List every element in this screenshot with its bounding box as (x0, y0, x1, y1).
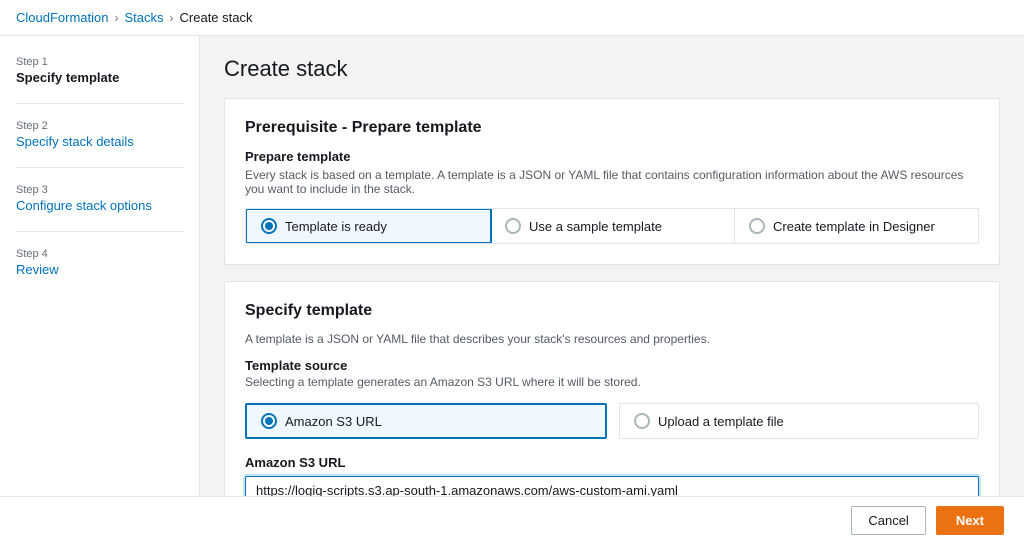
main-content: Create stack Prerequisite - Prepare temp… (200, 36, 1024, 544)
option-designer-label: Create template in Designer (773, 219, 935, 234)
page-title: Create stack (224, 56, 1000, 82)
prerequisite-card-title: Prerequisite - Prepare template (245, 119, 979, 137)
sidebar-step-4[interactable]: Step 4 Review (16, 248, 183, 277)
radio-s3-url (261, 413, 277, 429)
template-source-options: Amazon S3 URL Upload a template file (245, 403, 979, 439)
radio-sample-template (505, 218, 521, 234)
template-source-hint: Selecting a template generates an Amazon… (245, 375, 979, 389)
option-upload-file[interactable]: Upload a template file (619, 403, 979, 439)
option-designer[interactable]: Create template in Designer (735, 209, 978, 243)
radio-designer (749, 218, 765, 234)
footer: Cancel Next (0, 496, 1024, 544)
s3-url-field-label: Amazon S3 URL (245, 455, 979, 470)
step1-name: Specify template (16, 70, 183, 85)
template-source-label: Template source (245, 358, 979, 373)
option-s3-url-label: Amazon S3 URL (285, 414, 382, 429)
option-sample-template[interactable]: Use a sample template (491, 209, 735, 243)
step2-name: Specify stack details (16, 134, 183, 149)
cancel-button[interactable]: Cancel (851, 506, 925, 535)
radio-upload-file (634, 413, 650, 429)
step4-label: Step 4 (16, 248, 183, 260)
breadcrumb-stacks[interactable]: Stacks (125, 10, 164, 25)
next-button[interactable]: Next (936, 506, 1004, 535)
sidebar: Step 1 Specify template Step 2 Specify s… (0, 36, 200, 544)
option-upload-file-label: Upload a template file (658, 414, 784, 429)
step1-label: Step 1 (16, 56, 183, 68)
breadcrumb-current: Create stack (180, 10, 253, 25)
option-s3-url[interactable]: Amazon S3 URL (245, 403, 607, 439)
sidebar-step-1[interactable]: Step 1 Specify template (16, 56, 183, 85)
step4-name: Review (16, 262, 183, 277)
prerequisite-card: Prerequisite - Prepare template Prepare … (224, 98, 1000, 265)
prepare-template-desc: Every stack is based on a template. A te… (245, 168, 979, 196)
option-sample-template-label: Use a sample template (529, 219, 662, 234)
option-template-ready-label: Template is ready (285, 219, 387, 234)
specify-template-desc: A template is a JSON or YAML file that d… (245, 332, 979, 346)
prepare-template-options: Template is ready Use a sample template … (245, 208, 979, 244)
prepare-template-label: Prepare template (245, 149, 979, 164)
radio-template-ready (261, 218, 277, 234)
option-template-ready[interactable]: Template is ready (245, 208, 492, 244)
sidebar-step-2[interactable]: Step 2 Specify stack details (16, 120, 183, 149)
step2-label: Step 2 (16, 120, 183, 132)
step3-label: Step 3 (16, 184, 183, 196)
breadcrumb-sep2: › (170, 11, 174, 25)
step3-name: Configure stack options (16, 198, 183, 213)
breadcrumb: CloudFormation › Stacks › Create stack (0, 0, 1024, 36)
breadcrumb-cloudformation[interactable]: CloudFormation (16, 10, 109, 25)
specify-template-title: Specify template (245, 302, 979, 320)
sidebar-step-3[interactable]: Step 3 Configure stack options (16, 184, 183, 213)
breadcrumb-sep1: › (115, 11, 119, 25)
